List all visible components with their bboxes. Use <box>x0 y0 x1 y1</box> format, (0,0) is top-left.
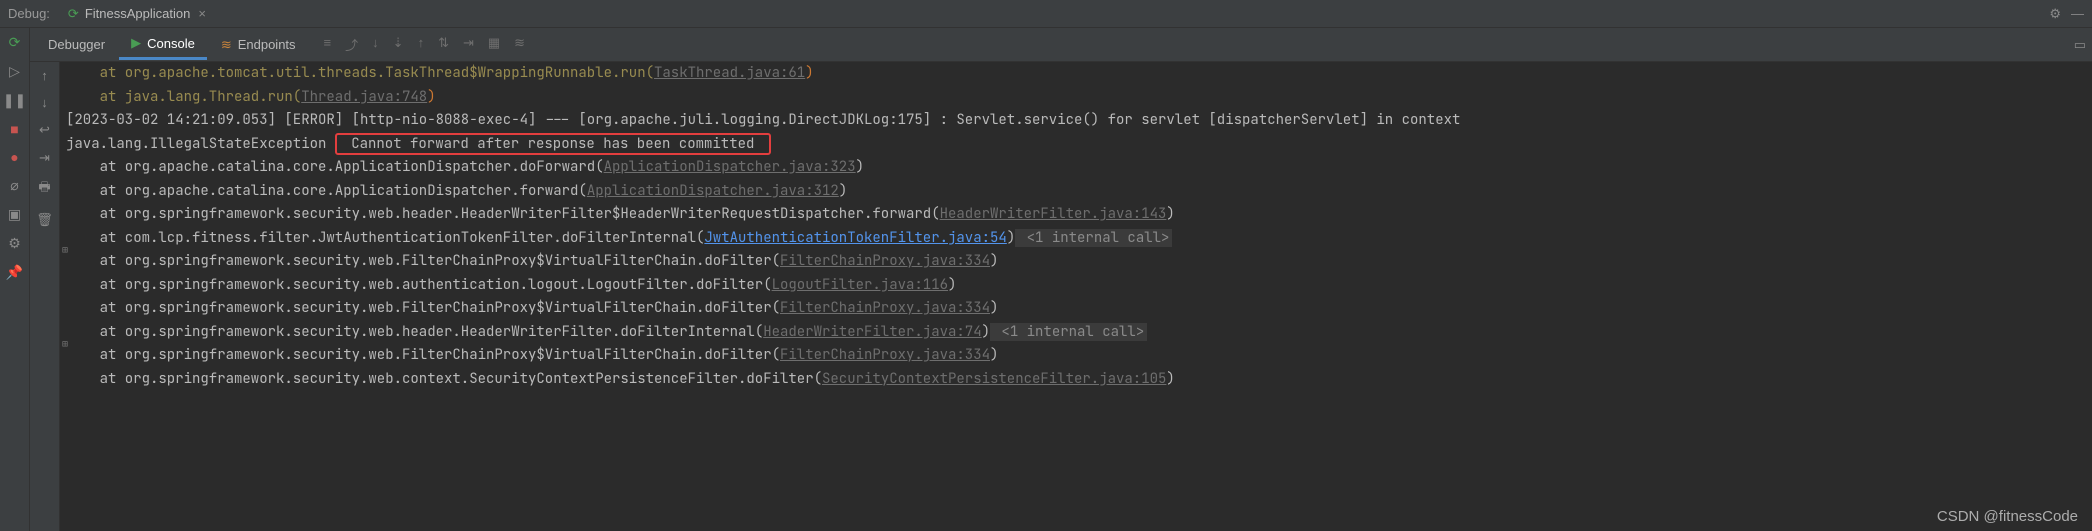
log-line: at org.springframework.security.web.Filt… <box>66 252 998 270</box>
log-line: java.lang.IllegalStateException Cannot f… <box>66 133 771 155</box>
source-link[interactable]: FilterChainProxy.java:334 <box>780 299 990 317</box>
pause-icon[interactable]: ❚❚ <box>3 92 26 109</box>
camera-icon[interactable]: ▣ <box>8 206 21 223</box>
log-line: at org.apache.tomcat.util.threads.TaskTh… <box>66 64 814 82</box>
run-config-tab[interactable]: ⟳ FitnessApplication × <box>60 0 214 27</box>
internal-call-badge: <1 internal call> <box>990 323 1147 341</box>
log-line: at org.apache.catalina.core.ApplicationD… <box>66 182 847 200</box>
tab-console[interactable]: ▶ Console <box>119 29 207 60</box>
step-into-icon[interactable]: ↓ <box>372 35 379 54</box>
log-line: at org.springframework.security.web.auth… <box>66 276 956 294</box>
log-line: at com.lcp.fitness.filter.JwtAuthenticat… <box>66 229 1172 247</box>
print-icon[interactable]: 🖶 <box>38 178 50 200</box>
step-toolbar-icon[interactable]: ≡ <box>324 35 332 54</box>
console-output[interactable]: ⊞ ⊞ at org.apache.tomcat.util.threads.Tas… <box>60 62 2092 531</box>
drop-frame-icon[interactable]: ⇅ <box>438 35 449 54</box>
force-step-icon[interactable]: ⇣ <box>393 35 404 54</box>
tab-console-label: Console <box>147 36 195 51</box>
source-link[interactable]: LogoutFilter.java:116 <box>772 276 948 294</box>
layout-icon[interactable]: ▭ <box>2074 37 2086 53</box>
source-link[interactable]: FilterChainProxy.java:334 <box>780 346 990 364</box>
expand-icon[interactable]: ⊞ <box>62 332 68 356</box>
console-toolbar: ↑ ↓ ↩ ⇥ 🖶 🗑 <box>30 62 60 531</box>
gear-icon[interactable]: ⚙ <box>2049 6 2061 22</box>
run-toolbar: ⟳ ▷ ❚❚ ■ ● ⌀ ▣ ⚙ 📌 <box>0 28 30 531</box>
down-icon[interactable]: ↓ <box>41 95 48 110</box>
evaluate-icon[interactable]: ▦ <box>488 35 500 54</box>
debug-label: Debug: <box>8 6 50 21</box>
source-link[interactable]: SecurityContextPersistenceFilter.java:10… <box>822 370 1166 388</box>
source-link[interactable]: TaskThread.java:61 <box>654 64 805 82</box>
wrap-icon[interactable]: ↩ <box>39 122 50 138</box>
watermark: CSDN @fitnessCode <box>1937 508 2078 525</box>
step-out-icon[interactable]: ↑ <box>418 35 425 54</box>
title-bar: Debug: ⟳ FitnessApplication × ⚙ — <box>0 0 2092 28</box>
rerun-icon[interactable]: ⟳ <box>9 34 21 51</box>
trace-icon[interactable]: ≋ <box>514 35 525 54</box>
log-line: at org.springframework.security.web.head… <box>66 323 1147 341</box>
source-link[interactable]: HeaderWriterFilter.java:74 <box>763 323 981 341</box>
breakpoints-icon[interactable]: ● <box>10 149 18 165</box>
internal-call-badge: <1 internal call> <box>1015 229 1172 247</box>
source-link[interactable]: JwtAuthenticationTokenFilter.java:54 <box>704 229 1006 247</box>
clear-icon[interactable]: 🗑 <box>36 212 53 228</box>
run-config-name: FitnessApplication <box>85 6 191 21</box>
tab-endpoints-label: Endpoints <box>238 37 296 52</box>
run-to-cursor-icon[interactable]: ⇥ <box>463 35 474 54</box>
minimize-icon[interactable]: — <box>2071 6 2084 22</box>
tab-debugger[interactable]: Debugger <box>36 31 117 58</box>
log-line: at org.apache.catalina.core.ApplicationD… <box>66 158 864 176</box>
log-line: at org.springframework.security.web.Filt… <box>66 299 998 317</box>
endpoints-icon: ≋ <box>221 37 232 53</box>
log-line: [2023-03-02 14:21:09.053] [ERROR] [http-… <box>66 111 1460 129</box>
source-link[interactable]: HeaderWriterFilter.java:143 <box>940 205 1167 223</box>
source-link[interactable]: ApplicationDispatcher.java:312 <box>587 182 839 200</box>
log-line: at java.lang.Thread.run(Thread.java:748) <box>66 88 436 106</box>
log-line: at org.springframework.security.web.cont… <box>66 370 1175 388</box>
settings-icon[interactable]: ⚙ <box>8 235 21 252</box>
step-over-icon[interactable]: ⤴ <box>345 35 358 54</box>
debug-tabs: Debugger ▶ Console ≋ Endpoints ≡ ⤴ ↓ ⇣ ↑… <box>30 28 2092 62</box>
source-link[interactable]: FilterChainProxy.java:334 <box>780 252 990 270</box>
pin-icon[interactable]: 📌 <box>6 264 23 281</box>
source-link[interactable]: ApplicationDispatcher.java:323 <box>604 158 856 176</box>
source-link[interactable]: Thread.java:748 <box>301 88 427 106</box>
tab-debugger-label: Debugger <box>48 37 105 52</box>
log-line: at org.springframework.security.web.Filt… <box>66 346 998 364</box>
close-icon[interactable]: × <box>198 6 206 21</box>
log-line: at org.springframework.security.web.head… <box>66 205 1175 223</box>
scroll-icon[interactable]: ⇥ <box>39 150 50 166</box>
expand-icon[interactable]: ⊞ <box>62 238 68 262</box>
tab-endpoints[interactable]: ≋ Endpoints <box>209 31 308 59</box>
resume-icon[interactable]: ▷ <box>9 63 20 80</box>
restart-icon: ⟳ <box>68 6 79 22</box>
highlighted-error: Cannot forward after response has been c… <box>335 133 771 155</box>
mute-icon[interactable]: ⌀ <box>10 177 18 194</box>
console-icon: ▶ <box>131 35 141 51</box>
up-icon[interactable]: ↑ <box>41 68 48 83</box>
stop-icon[interactable]: ■ <box>10 121 18 137</box>
